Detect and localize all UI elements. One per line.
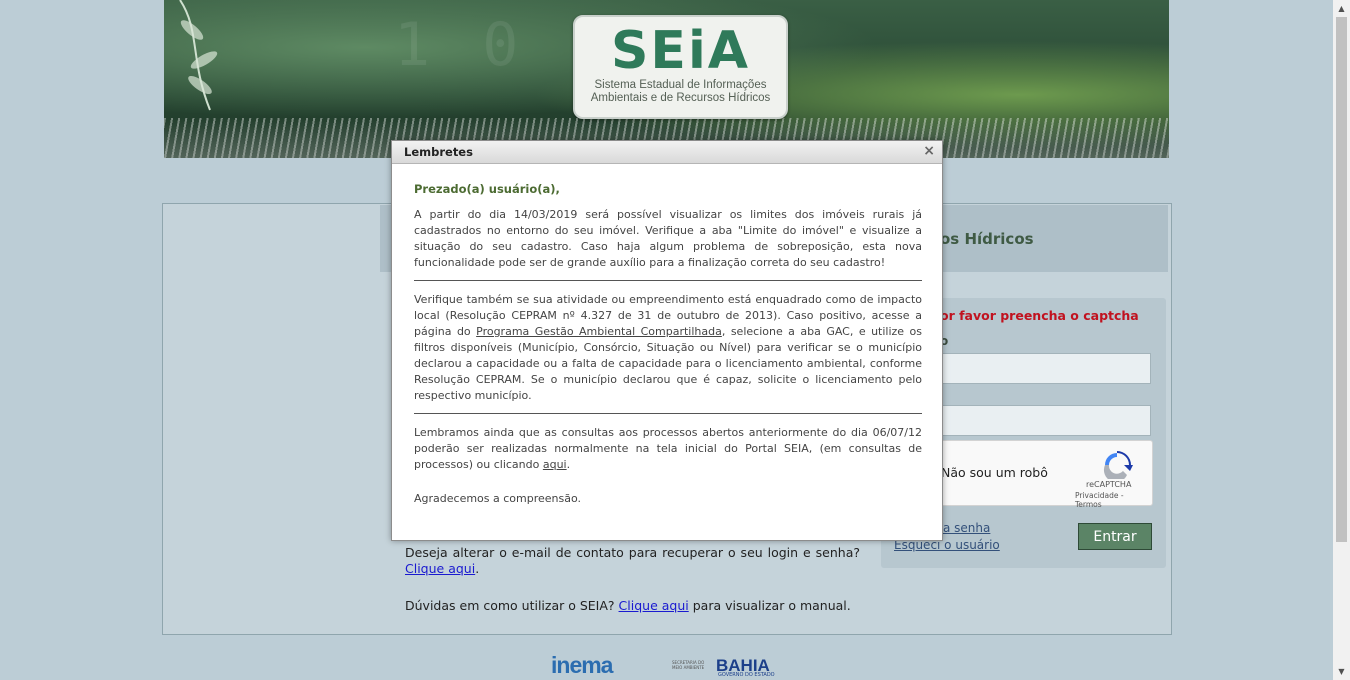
captcha-error-message: or favor preencha o captcha [940, 308, 1139, 323]
reminders-modal: Lembretes × Prezado(a) usuário(a), A par… [391, 140, 943, 541]
bahia-subtitle: GOVERNO DO ESTADO [718, 672, 775, 678]
leaf-icon [179, 0, 218, 111]
entrar-button[interactable]: Entrar [1078, 523, 1152, 550]
email-tail: . [475, 561, 480, 576]
email-change-link[interactable]: Clique aqui [405, 561, 475, 576]
email-change-text: Deseja alterar o e-mail de contato para … [405, 545, 860, 577]
divider [414, 413, 922, 414]
password-input[interactable] [940, 405, 1151, 436]
email-question: Deseja alterar o e-mail de contato para … [405, 545, 860, 560]
sema-line2: MEIO AMBIENTE [672, 665, 705, 670]
aqui-link[interactable]: aqui [543, 458, 567, 471]
recaptcha-widget[interactable]: Não sou um robô reCAPTCHA Privacidade - … [940, 440, 1153, 509]
recaptcha-brand: reCAPTCHA [1086, 480, 1132, 489]
manual-link[interactable]: Clique aqui [619, 598, 689, 613]
scroll-thumb[interactable] [1336, 17, 1347, 542]
inema-logo[interactable]: inema [551, 652, 613, 679]
manual-suffix: para visualizar o manual. [692, 598, 851, 613]
panel-title: os Hídricos [940, 230, 1034, 248]
modal-title: Lembretes [404, 145, 473, 159]
recaptcha-terms[interactable]: Privacidade - Termos [1075, 491, 1152, 509]
modal-header: Lembretes × [392, 141, 942, 164]
close-icon[interactable]: × [923, 143, 935, 159]
modal-paragraph-2: Verifique também se sua atividade ou emp… [414, 292, 922, 404]
p3-text-b: . [566, 458, 571, 471]
recaptcha-label[interactable]: Não sou um robô [941, 465, 1048, 480]
forgot-password-link[interactable]: a senha [943, 521, 990, 535]
divider [414, 280, 922, 281]
sema-logo[interactable]: SECRETARIA DO MEIO AMBIENTE [672, 660, 708, 670]
logo-subtitle-1: Sistema Estadual de Informações [594, 79, 767, 91]
modal-thanks: Agradecemos a compreensão. [414, 492, 582, 505]
modal-greeting: Prezado(a) usuário(a), [414, 182, 560, 196]
logo-word: SEiA [610, 21, 751, 81]
modal-body: Prezado(a) usuário(a), A partir do dia 1… [414, 181, 922, 507]
logo-subtitle-2: Ambientais e de Recursos Hídricos [590, 92, 771, 104]
p3-text-a: Lembramos ainda que as consultas aos pro… [414, 426, 922, 471]
scroll-down-icon[interactable]: ▼ [1333, 663, 1350, 680]
recaptcha-icon [1103, 451, 1133, 479]
seia-logo[interactable]: SEiA Sistema Estadual de Informações Amb… [573, 15, 788, 119]
login-input[interactable] [940, 353, 1151, 384]
modal-paragraph-1: A partir do dia 14/03/2019 será possível… [414, 208, 922, 269]
modal-paragraph-3: Lembramos ainda que as consultas aos pro… [414, 425, 922, 473]
gac-program-link[interactable]: Programa Gestão Ambiental Compartilhada [476, 325, 722, 338]
page-scrollbar[interactable]: ▲ ▼ [1333, 0, 1350, 680]
manual-text: Dúvidas em como utilizar o SEIA? Clique … [405, 598, 851, 614]
manual-prefix: Dúvidas em como utilizar o SEIA? [405, 598, 615, 613]
scroll-up-icon[interactable]: ▲ [1333, 0, 1350, 17]
